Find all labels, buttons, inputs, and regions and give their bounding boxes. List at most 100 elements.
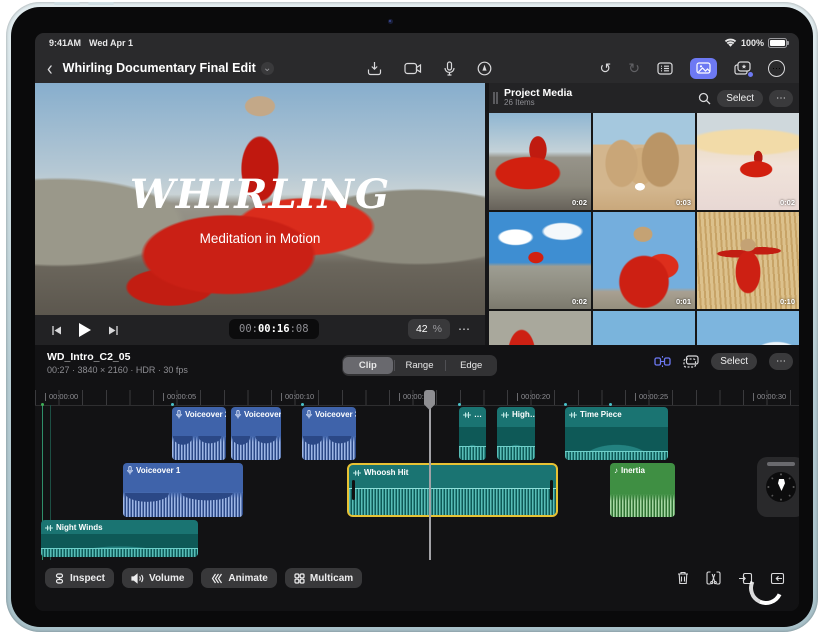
redo-icon[interactable]: ↻ bbox=[628, 61, 640, 75]
overlay-clips-icon[interactable] bbox=[683, 355, 699, 368]
trash-icon[interactable] bbox=[677, 571, 689, 585]
ipad-bezel: 9:41AM Wed Apr 1 100% ‹ Whirling Documen… bbox=[11, 7, 813, 627]
status-bar: 9:41AM Wed Apr 1 100% bbox=[35, 33, 799, 53]
volume-down-button[interactable] bbox=[88, 2, 114, 5]
toolbar-right-icons: ↺ ↻ ⋯ bbox=[600, 53, 785, 83]
timeline-clip-high[interactable]: High… bbox=[497, 407, 535, 460]
clip-marker-dot bbox=[171, 403, 174, 406]
back-chevron-icon[interactable]: ‹ bbox=[47, 58, 53, 78]
more-icon[interactable]: ⋯ bbox=[768, 59, 785, 77]
skip-forward-icon[interactable] bbox=[108, 325, 119, 336]
media-header: Project Media 26 Items Select ⋯ bbox=[489, 83, 799, 113]
video-subtitle-overlay: Meditation in Motion bbox=[199, 231, 321, 246]
skip-back-icon[interactable] bbox=[51, 325, 62, 336]
media-thumbnail[interactable]: 0:02 bbox=[489, 212, 591, 309]
edit-mode-segmented-control: Clip Range Edge bbox=[342, 355, 497, 376]
media-thumbnail[interactable]: 0:02 bbox=[489, 113, 591, 210]
trim-handle-left[interactable] bbox=[352, 480, 355, 500]
trim-handle-right[interactable] bbox=[550, 480, 553, 500]
timeline-clip-night-winds[interactable]: Night Winds bbox=[41, 520, 198, 557]
camera-icon[interactable] bbox=[404, 62, 422, 75]
video-viewer[interactable]: WHIRLING Meditation in Motion bbox=[35, 83, 485, 315]
timeline-clip-voiceover3[interactable]: Voiceover 3 bbox=[302, 407, 356, 460]
chevron-down-icon[interactable]: ⌄ bbox=[260, 61, 274, 75]
blade-split-icon[interactable] bbox=[706, 571, 721, 585]
timeline-clip-voiceover1[interactable]: Voiceover 1 bbox=[123, 463, 243, 517]
battery-icon bbox=[768, 38, 789, 48]
screen: 9:41AM Wed Apr 1 100% ‹ Whirling Documen… bbox=[35, 33, 799, 611]
ruler-label: 00:00:10 bbox=[281, 393, 314, 401]
playhead-line[interactable] bbox=[429, 390, 431, 560]
animate-button[interactable]: Animate bbox=[201, 568, 277, 588]
clip-marker-dot bbox=[609, 403, 612, 406]
project-media-panel: Project Media 26 Items Select ⋯ 0:02 0:0… bbox=[489, 83, 799, 345]
media-grid: 0:02 0:03 0:02 0:02 0:01 0:10 bbox=[489, 113, 799, 345]
media-thumbnail[interactable]: 0:03 bbox=[593, 113, 695, 210]
jog-pointer bbox=[778, 479, 785, 491]
timeline-more-button[interactable]: ⋯ bbox=[769, 353, 793, 370]
jog-dial[interactable] bbox=[766, 472, 796, 502]
media-thumbnail[interactable]: 0:02 bbox=[697, 113, 799, 210]
clip-marker-dot bbox=[458, 403, 461, 406]
timeline-clip-name: WD_Intro_C2_05 bbox=[47, 351, 131, 363]
timeline-toolbar: Inspect Volume Animate Multicam bbox=[35, 563, 799, 593]
import-icon[interactable] bbox=[367, 61, 382, 76]
media-thumbnail[interactable] bbox=[697, 311, 799, 345]
draw-icon[interactable] bbox=[477, 61, 492, 76]
date: Wed Apr 1 bbox=[89, 38, 134, 48]
media-thumbnail[interactable]: 0:01 bbox=[593, 212, 695, 309]
toolbar-center-icons bbox=[367, 53, 492, 83]
viewer-more-icon[interactable]: ⋯ bbox=[458, 322, 471, 336]
effects-icon[interactable] bbox=[734, 61, 753, 77]
media-item-count: 26 Items bbox=[504, 98, 535, 108]
media-more-button[interactable]: ⋯ bbox=[769, 89, 793, 107]
magnetic-timeline-icon[interactable] bbox=[654, 355, 671, 368]
volume-up-button[interactable] bbox=[54, 2, 80, 5]
timeline: WD_Intro_C2_05 00:27 · 3840 × 2160 · HDR… bbox=[35, 345, 799, 611]
volume-button[interactable]: Volume bbox=[122, 568, 194, 588]
clip-marker-dot bbox=[41, 403, 44, 406]
play-button[interactable] bbox=[79, 323, 91, 337]
jog-grip[interactable] bbox=[767, 462, 795, 466]
timeline-select-button[interactable]: Select bbox=[711, 353, 757, 370]
front-camera bbox=[388, 19, 393, 24]
timeline-clip-audio-short[interactable]: … bbox=[459, 407, 486, 460]
notification-dot bbox=[748, 72, 753, 77]
media-select-button[interactable]: Select bbox=[717, 89, 763, 107]
mode-clip[interactable]: Clip bbox=[343, 357, 393, 374]
timecode-display[interactable]: 00: 00:16:08 bbox=[229, 319, 319, 339]
battery-percent: 100% bbox=[740, 38, 764, 48]
media-thumbnail[interactable]: 0:10 bbox=[697, 212, 799, 309]
project-title[interactable]: Whirling Documentary Final Edit bbox=[63, 61, 256, 75]
wifi-icon bbox=[724, 38, 737, 48]
browser-icon[interactable] bbox=[657, 61, 673, 75]
transport-bar: 00: 00:16:08 42% ⋯ bbox=[35, 315, 485, 345]
multicam-button[interactable]: Multicam bbox=[284, 568, 363, 588]
ruler-label: 00:00:20 bbox=[517, 393, 550, 401]
undo-icon[interactable]: ↺ bbox=[600, 61, 612, 75]
timeline-clip-voiceover2b[interactable]: Voiceover 2 bbox=[231, 407, 281, 460]
timeline-ruler[interactable]: 00:00:00 00:00:05 00:00:10 00:00:15 00:0… bbox=[35, 390, 799, 406]
zoom-level[interactable]: 42% bbox=[407, 319, 450, 339]
panel-grip[interactable] bbox=[493, 92, 495, 104]
timeline-clip-voiceover2a[interactable]: Voiceover 2 bbox=[172, 407, 226, 460]
timeline-clip-time-piece[interactable]: Time Piece bbox=[565, 407, 668, 460]
media-thumbnail[interactable] bbox=[593, 311, 695, 345]
video-title-overlay: WHIRLING bbox=[129, 171, 391, 218]
mode-range[interactable]: Range bbox=[393, 357, 445, 374]
ipad-frame: 9:41AM Wed Apr 1 100% ‹ Whirling Documen… bbox=[6, 2, 818, 632]
media-browser-button-active[interactable] bbox=[690, 57, 717, 79]
ruler-label: 00:00:30 bbox=[753, 393, 786, 401]
inspect-button[interactable]: Inspect bbox=[45, 568, 115, 588]
jog-wheel[interactable] bbox=[757, 457, 799, 517]
media-thumbnail[interactable] bbox=[489, 311, 591, 345]
duration-badge: 0:02 bbox=[779, 198, 795, 207]
timeline-clip-whoosh-hit-selected[interactable]: Whoosh Hit bbox=[347, 463, 558, 517]
timeline-clip-inertia[interactable]: ♪ Inertia bbox=[610, 463, 675, 517]
timeline-tracks[interactable]: Voiceover 2 Voiceover 2 Voiceover 3 … bbox=[35, 403, 799, 560]
microphone-icon[interactable] bbox=[444, 60, 455, 76]
clip-marker-dot bbox=[564, 403, 567, 406]
duration-badge: 0:01 bbox=[675, 297, 691, 306]
search-icon[interactable] bbox=[698, 92, 711, 105]
mode-edge[interactable]: Edge bbox=[445, 357, 496, 374]
